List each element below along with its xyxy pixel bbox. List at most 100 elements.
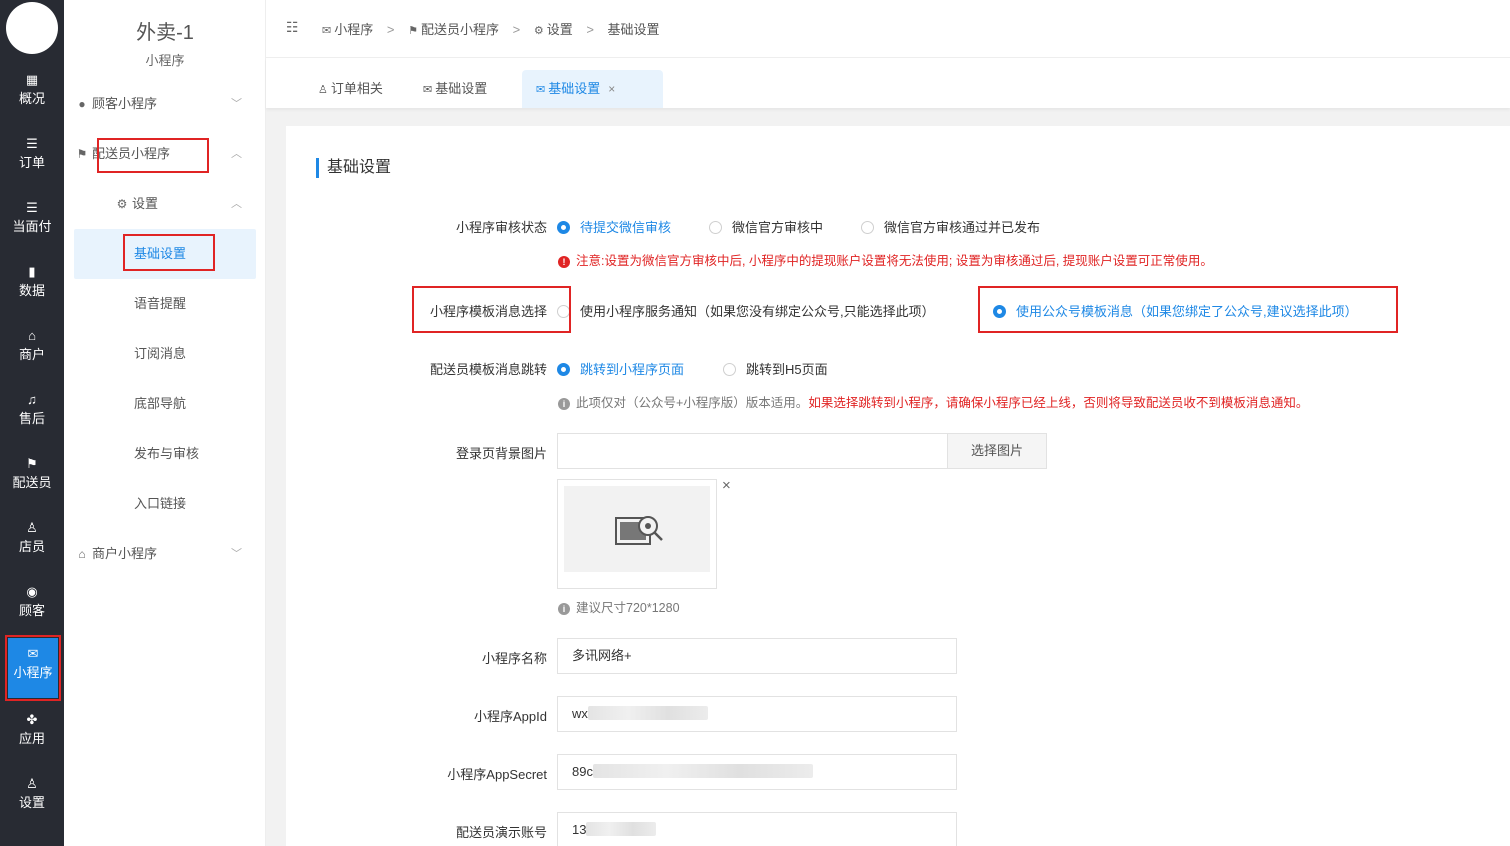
app-id-label: 小程序AppId xyxy=(474,709,547,724)
sidebar-group-merchant[interactable]: ⌂ 商户小程序 ﹀ xyxy=(74,534,256,574)
after-sales-icon: ♫ xyxy=(27,392,37,407)
rail-item-data[interactable]: ▮ 数据 xyxy=(0,256,64,312)
rail-item-merchant[interactable]: ⌂ 商户 xyxy=(0,320,64,376)
bg-image-input[interactable] xyxy=(557,433,948,469)
sidebar-item-publish-review[interactable]: 发布与审核 xyxy=(74,429,256,479)
sidebar-subtitle: 小程序 xyxy=(145,53,185,68)
top-bar: ☷ ✉ 小程序 > ⚑ 配送员小程序 > ⚙ 设置 > 基础设置 xyxy=(266,0,1510,58)
rail-item-miniprogram[interactable]: ✉ 小程序 xyxy=(5,635,61,701)
rail-item-after-sales[interactable]: ♫ 售后 xyxy=(0,384,64,440)
app-name-label: 小程序名称 xyxy=(481,651,547,666)
audit-warning-note: ! 注意:设置为微信官方审核中后, 小程序中的提现账户设置将无法使用; 设置为审核… xyxy=(558,250,1213,269)
face-pay-icon: ☰ xyxy=(26,200,38,215)
sidebar-item-subscribe-message[interactable]: 订阅消息 xyxy=(74,329,256,379)
wechat-icon: ✉ xyxy=(322,25,332,37)
breadcrumb: ✉ 小程序 > ⚑ 配送员小程序 > ⚙ 设置 > 基础设置 xyxy=(322,22,660,37)
rail-item-settings[interactable]: ♙ 设置 xyxy=(0,768,64,824)
scooter-icon: ⚑ xyxy=(76,147,88,161)
staff-icon: ♙ xyxy=(26,520,38,535)
audit-option-reviewing[interactable]: 微信官方审核中 xyxy=(709,217,823,236)
tab-basic-settings[interactable]: ✉ 基础设置 xyxy=(409,70,501,108)
user-icon: ♙ xyxy=(318,84,328,96)
orders-icon: ☰ xyxy=(26,136,38,151)
miniprogram-icon: ✉ xyxy=(27,646,39,661)
customer-icon: ◉ xyxy=(26,584,38,599)
jump-note: i 此项仅对（公众号+小程序版）版本适用。如果选择跳转到小程序，请确保小程序已经上… xyxy=(558,392,1308,411)
sidebar-item-voice-reminder[interactable]: 语音提醒 xyxy=(74,279,256,329)
rail-item-overview[interactable]: ▦ 概况 xyxy=(0,64,64,120)
sidebar-group-courier[interactable]: ⚑ 配送员小程序 ︿ xyxy=(74,134,256,174)
gear-icon: ⚙ xyxy=(533,25,544,37)
settings-panel: 基础设置 小程序审核状态 待提交微信审核 微信官方审核中 微信官方审核通过并已发… xyxy=(286,126,1510,846)
rail-item-staff[interactable]: ♙ 店员 xyxy=(0,512,64,568)
bg-image-hint: i 建议尺寸720*1280 xyxy=(558,597,680,616)
rail-item-face-pay[interactable]: ☰ 当面付 xyxy=(0,192,64,248)
main-nav-rail: ▦ 概况 ☰ 订单 ☰ 当面付 ▮ 数据 ⌂ 商户 ♫ 售后 ⚑ 配送员 ♙ 店员 ◉ 顾客 ✉ 小程序 ✤ 应用 ♙ 设置 xyxy=(0,0,64,846)
sidebar-item-entry-link[interactable]: 入口链接 xyxy=(74,479,256,529)
sub-sidebar: 外卖-1 小程序 ● 顾客小程序 ﹀ ⚑ 配送员小程序 ︿ ⚙ 设置 ︿ 基础设置 语音… xyxy=(64,0,266,846)
bg-image-label: 登录页背景图片 xyxy=(455,446,547,461)
sidebar-group-settings[interactable]: ⚙ 设置 ︿ xyxy=(74,184,256,224)
app-secret-input[interactable]: 89c xyxy=(557,754,957,790)
audit-status-label: 小程序审核状态 xyxy=(455,220,547,235)
demo-account-input[interactable]: 13 xyxy=(557,812,957,846)
data-icon: ▮ xyxy=(28,264,36,279)
sidebar-title: 外卖-1 xyxy=(136,22,194,44)
gear-icon: ⚙ xyxy=(116,197,128,211)
redacted-value xyxy=(592,764,813,778)
chevron-up-icon: ︿ xyxy=(231,148,242,160)
settings-icon: ♙ xyxy=(26,776,38,791)
chevron-up-icon: ︿ xyxy=(231,198,242,210)
close-icon[interactable]: × xyxy=(608,82,615,96)
tab-order[interactable]: ♙ 订单相关 xyxy=(304,70,397,108)
info-icon: i xyxy=(558,603,570,615)
redacted-value xyxy=(587,706,708,720)
avatar[interactable] xyxy=(6,2,58,54)
image-placeholder-icon xyxy=(615,516,663,545)
breadcrumb-item[interactable]: 设置 xyxy=(547,22,573,37)
wechat-icon: ✉ xyxy=(536,84,546,96)
app-id-input[interactable]: wx xyxy=(557,696,957,732)
audit-option-pending[interactable]: 待提交微信审核 xyxy=(557,217,671,236)
jump-option-miniprogram[interactable]: 跳转到小程序页面 xyxy=(557,359,684,378)
scooter-icon: ⚑ xyxy=(408,25,418,37)
chevron-down-icon: ﹀ xyxy=(231,548,242,560)
rail-item-apps[interactable]: ✤ 应用 xyxy=(0,704,64,760)
image-preview xyxy=(557,479,717,589)
rail-item-courier[interactable]: ⚑ 配送员 xyxy=(0,448,64,504)
template-option-official[interactable]: 使用公众号模板消息（如果您绑定了公众号,建议选择此项） xyxy=(993,301,1358,320)
remove-image-icon[interactable]: × xyxy=(722,477,731,494)
breadcrumb-current: 基础设置 xyxy=(607,22,660,37)
redacted-value xyxy=(586,822,657,836)
merchant-icon: ⌂ xyxy=(28,328,36,343)
template-option-service[interactable]: 使用小程序服务通知（如果您没有绑定公众号,只能选择此项） xyxy=(557,301,935,320)
breadcrumb-item[interactable]: 小程序 xyxy=(334,22,373,37)
breadcrumb-item[interactable]: 配送员小程序 xyxy=(421,22,499,37)
choose-image-button[interactable]: 选择图片 xyxy=(947,433,1047,469)
info-icon: i xyxy=(558,398,570,410)
rail-item-orders[interactable]: ☰ 订单 xyxy=(0,128,64,184)
wechat-icon: ✉ xyxy=(423,84,433,96)
user-circle-icon: ● xyxy=(78,97,86,111)
sidebar-group-customer[interactable]: ● 顾客小程序 ﹀ xyxy=(74,84,256,124)
jump-label: 配送员模板消息跳转 xyxy=(429,362,547,377)
sidebar-item-bottom-nav[interactable]: 底部导航 xyxy=(74,379,256,429)
section-title: 基础设置 xyxy=(316,158,391,178)
demo-account-label: 配送员演示账号 xyxy=(455,825,547,840)
courier-icon: ⚑ xyxy=(26,456,38,471)
tab-basic-settings-active[interactable]: ✉ 基础设置 × xyxy=(522,70,663,108)
warning-icon: ! xyxy=(558,256,570,268)
template-message-label: 小程序模板消息选择 xyxy=(429,304,547,319)
collapse-menu-icon[interactable]: ☷ xyxy=(286,19,299,36)
apps-icon: ✤ xyxy=(26,712,38,727)
app-name-input[interactable]: 多讯网络+ xyxy=(557,638,957,674)
overview-icon: ▦ xyxy=(25,72,39,87)
chevron-down-icon: ﹀ xyxy=(231,98,242,110)
jump-option-h5[interactable]: 跳转到H5页面 xyxy=(723,359,828,378)
app-secret-label: 小程序AppSecret xyxy=(447,767,547,782)
audit-option-approved[interactable]: 微信官方审核通过并已发布 xyxy=(861,217,1040,236)
store-icon: ⌂ xyxy=(78,547,86,561)
sidebar-item-basic-settings[interactable]: 基础设置 xyxy=(74,229,256,279)
rail-item-customer[interactable]: ◉ 顾客 xyxy=(0,576,64,632)
tab-bar: ♙ 订单相关 ✉ 基础设置 ✉ 基础设置 × xyxy=(266,58,1510,108)
